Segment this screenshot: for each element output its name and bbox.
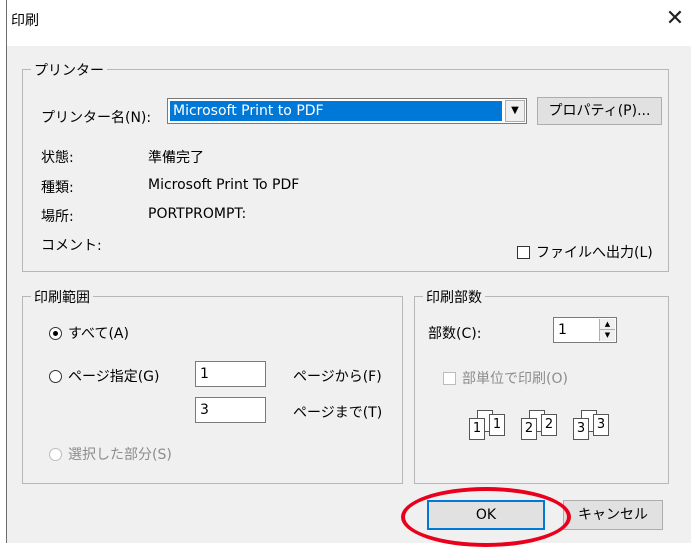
- from-page-label: ページから(F): [293, 369, 382, 385]
- printer-name-value: Microsoft Print to PDF: [170, 101, 502, 121]
- checkbox-box[interactable]: [443, 372, 456, 385]
- printer-name-dropdown[interactable]: Microsoft Print to PDF ▼: [167, 98, 527, 124]
- dialog-title: 印刷: [11, 13, 39, 29]
- spin-buttons[interactable]: ▲ ▼: [599, 319, 615, 341]
- copies-count-stepper[interactable]: 1 ▲ ▼: [553, 317, 617, 343]
- print-to-file-checkbox[interactable]: ファイルへ出力(L): [517, 242, 653, 262]
- collate-label: 部単位で印刷(O): [462, 371, 568, 387]
- collate-illustration: 1 1 2 2 3 3: [467, 410, 617, 455]
- cancel-button[interactable]: キャンセル: [563, 500, 663, 530]
- print-range-legend: 印刷範囲: [31, 287, 93, 307]
- status-label: 状態:: [41, 150, 74, 166]
- print-to-file-label: ファイルへ出力(L): [536, 245, 653, 261]
- comment-label: コメント:: [41, 238, 102, 254]
- chevron-down-icon[interactable]: ▼: [505, 100, 525, 122]
- title-bar: 印刷 ✕: [7, 0, 691, 46]
- page-icon: 2: [541, 414, 557, 436]
- copies-count-label: 部数(C):: [428, 326, 482, 342]
- page-icon: 1: [469, 418, 485, 440]
- printer-group-legend: プリンター: [31, 60, 107, 80]
- range-pages-radio[interactable]: ページ指定(G): [49, 366, 160, 386]
- spin-up-icon[interactable]: ▲: [600, 319, 615, 330]
- collate-checkbox[interactable]: 部単位で印刷(O): [443, 368, 568, 388]
- range-pages-label: ページ指定(G): [68, 369, 160, 385]
- printer-name-label: プリンター名(N):: [41, 110, 152, 126]
- radio-icon[interactable]: [49, 370, 62, 383]
- range-selection-label: 選択した部分(S): [68, 447, 172, 463]
- location-label: 場所:: [41, 209, 74, 225]
- close-icon[interactable]: ✕: [662, 6, 688, 32]
- range-selection-radio[interactable]: 選択した部分(S): [49, 444, 172, 464]
- radio-icon[interactable]: [49, 448, 62, 461]
- to-page-input[interactable]: 3: [195, 397, 266, 423]
- range-all-radio[interactable]: すべて(A): [49, 323, 129, 343]
- radio-selected-icon[interactable]: [49, 327, 62, 340]
- from-page-input[interactable]: 1: [195, 361, 266, 387]
- properties-button[interactable]: プロパティ(P)...: [537, 97, 662, 125]
- page-icon: 3: [573, 418, 589, 440]
- page-icon: 1: [489, 414, 505, 436]
- print-dialog: 印刷 ✕ プリンター プリンター名(N): Microsoft Print to…: [6, 0, 691, 547]
- page-icon: 3: [593, 414, 609, 436]
- highlight-circle: [401, 487, 571, 547]
- type-value: Microsoft Print To PDF: [148, 177, 300, 193]
- copies-count-value: 1: [558, 322, 567, 338]
- type-label: 種類:: [41, 180, 74, 196]
- page-icon: 2: [521, 418, 537, 440]
- to-page-label: ページまで(T): [293, 405, 383, 421]
- status-value: 準備完了: [148, 150, 204, 166]
- location-value: PORTPROMPT:: [148, 206, 247, 222]
- range-all-label: すべて(A): [68, 326, 129, 342]
- checkbox-box[interactable]: [517, 246, 530, 259]
- copies-legend: 印刷部数: [423, 287, 485, 307]
- spin-down-icon[interactable]: ▼: [600, 330, 615, 341]
